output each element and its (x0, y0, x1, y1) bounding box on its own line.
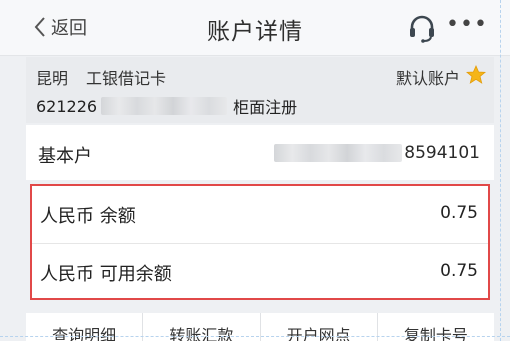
balance-value: 0.75 (440, 203, 478, 223)
star-icon[interactable] (466, 65, 486, 85)
masked-number (101, 97, 228, 115)
back-button[interactable]: 返回 (34, 13, 87, 41)
more-dots-icon: ••• (446, 12, 488, 37)
available-balance-label: 人民币 可用余额 (40, 264, 172, 285)
masked-number (274, 144, 403, 162)
basic-account-number: 8594101 (274, 143, 480, 163)
customer-service-button[interactable] (406, 12, 438, 44)
balance-panel: 人民币 余额 0.75 人民币 可用余额 0.75 (30, 184, 490, 300)
more-button[interactable]: ••• (446, 14, 487, 39)
registration-type: 柜面注册 (233, 98, 298, 117)
back-label: 返回 (51, 18, 87, 39)
basic-account-label: 基本户 (38, 146, 92, 167)
card-type: 工银借记卡 (86, 69, 167, 88)
available-balance-value: 0.75 (440, 261, 478, 281)
account-header: 昆明 工银借记卡 默认账户 621226 柜面注册 (26, 57, 494, 123)
headset-icon (410, 15, 434, 43)
card-number-row: 621226 柜面注册 (36, 94, 297, 118)
chevron-left-icon (34, 17, 45, 37)
card-number-prefix: 621226 (36, 96, 98, 116)
balance-label: 人民币 余额 (40, 206, 136, 227)
guide-line (0, 336, 510, 337)
guide-line (500, 0, 501, 341)
balance-row: 人民币 余额 0.75 (32, 186, 488, 242)
basic-account-row: 基本户 8594101 (26, 125, 494, 180)
account-info: 昆明 工银借记卡 (36, 65, 166, 89)
account-city: 昆明 (36, 69, 69, 88)
available-balance-row: 人民币 可用余额 0.75 (32, 244, 488, 300)
nav-bar: 返回 账户详情 ••• (0, 0, 510, 56)
basic-account-suffix: 8594101 (404, 143, 480, 163)
default-account-label: 默认账户 (395, 69, 460, 88)
